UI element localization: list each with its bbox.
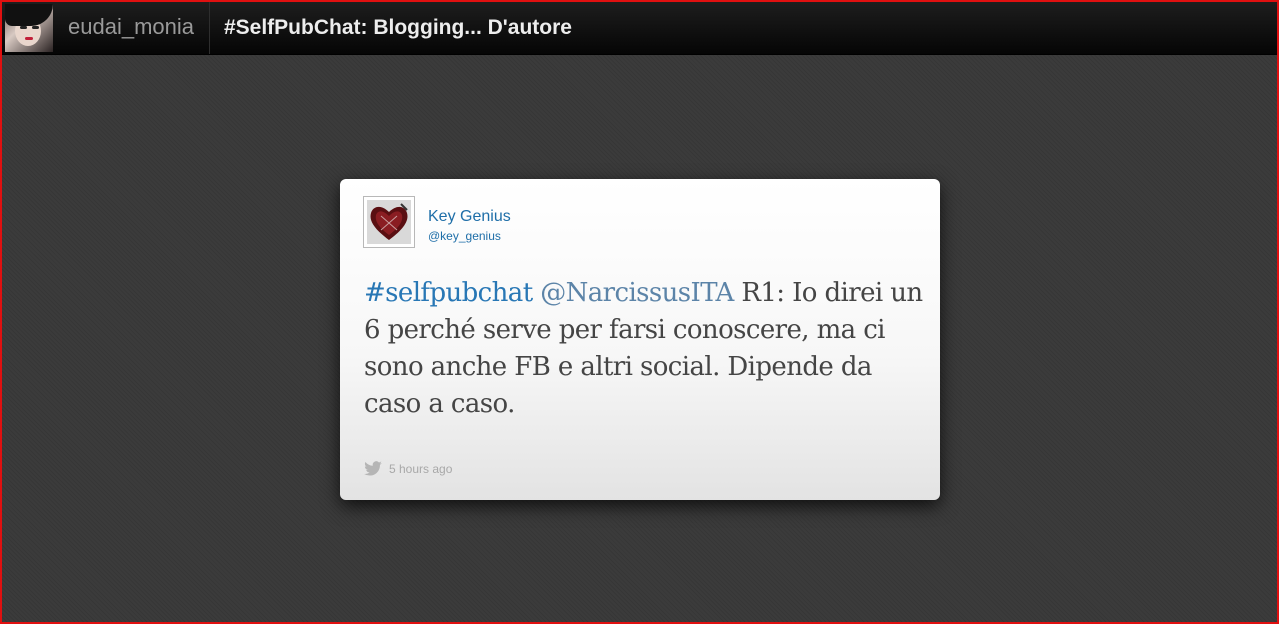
username-link[interactable]: eudai_monia	[53, 2, 210, 54]
heart-avatar-icon	[367, 200, 411, 244]
avatar-eye-left	[20, 26, 27, 29]
avatar-mouth	[25, 37, 33, 40]
twitter-bird-icon[interactable]	[363, 461, 383, 477]
tweet-timestamp[interactable]: 5 hours ago	[389, 462, 452, 476]
avatar-hair	[5, 4, 53, 26]
tweet-text: #selfpubchat @NarcissusITA R1: Io direi …	[364, 275, 924, 423]
user-avatar[interactable]	[5, 4, 53, 52]
mention-link[interactable]: @NarcissusITA	[540, 278, 734, 308]
hashtag-link[interactable]: #selfpubchat	[364, 278, 533, 308]
page-title: #SelfPubChat: Blogging... D'autore	[223, 16, 572, 39]
avatar-eye-right	[32, 26, 39, 29]
tweet-card: Key Genius @key_genius #selfpubchat @Nar…	[340, 179, 940, 500]
author-handle[interactable]: @key_genius	[428, 229, 501, 243]
author-name[interactable]: Key Genius	[428, 208, 511, 226]
author-avatar[interactable]	[363, 196, 415, 248]
top-bar: eudai_monia #SelfPubChat: Blogging... D'…	[2, 2, 1277, 55]
tweet-footer: 5 hours ago	[363, 461, 452, 477]
